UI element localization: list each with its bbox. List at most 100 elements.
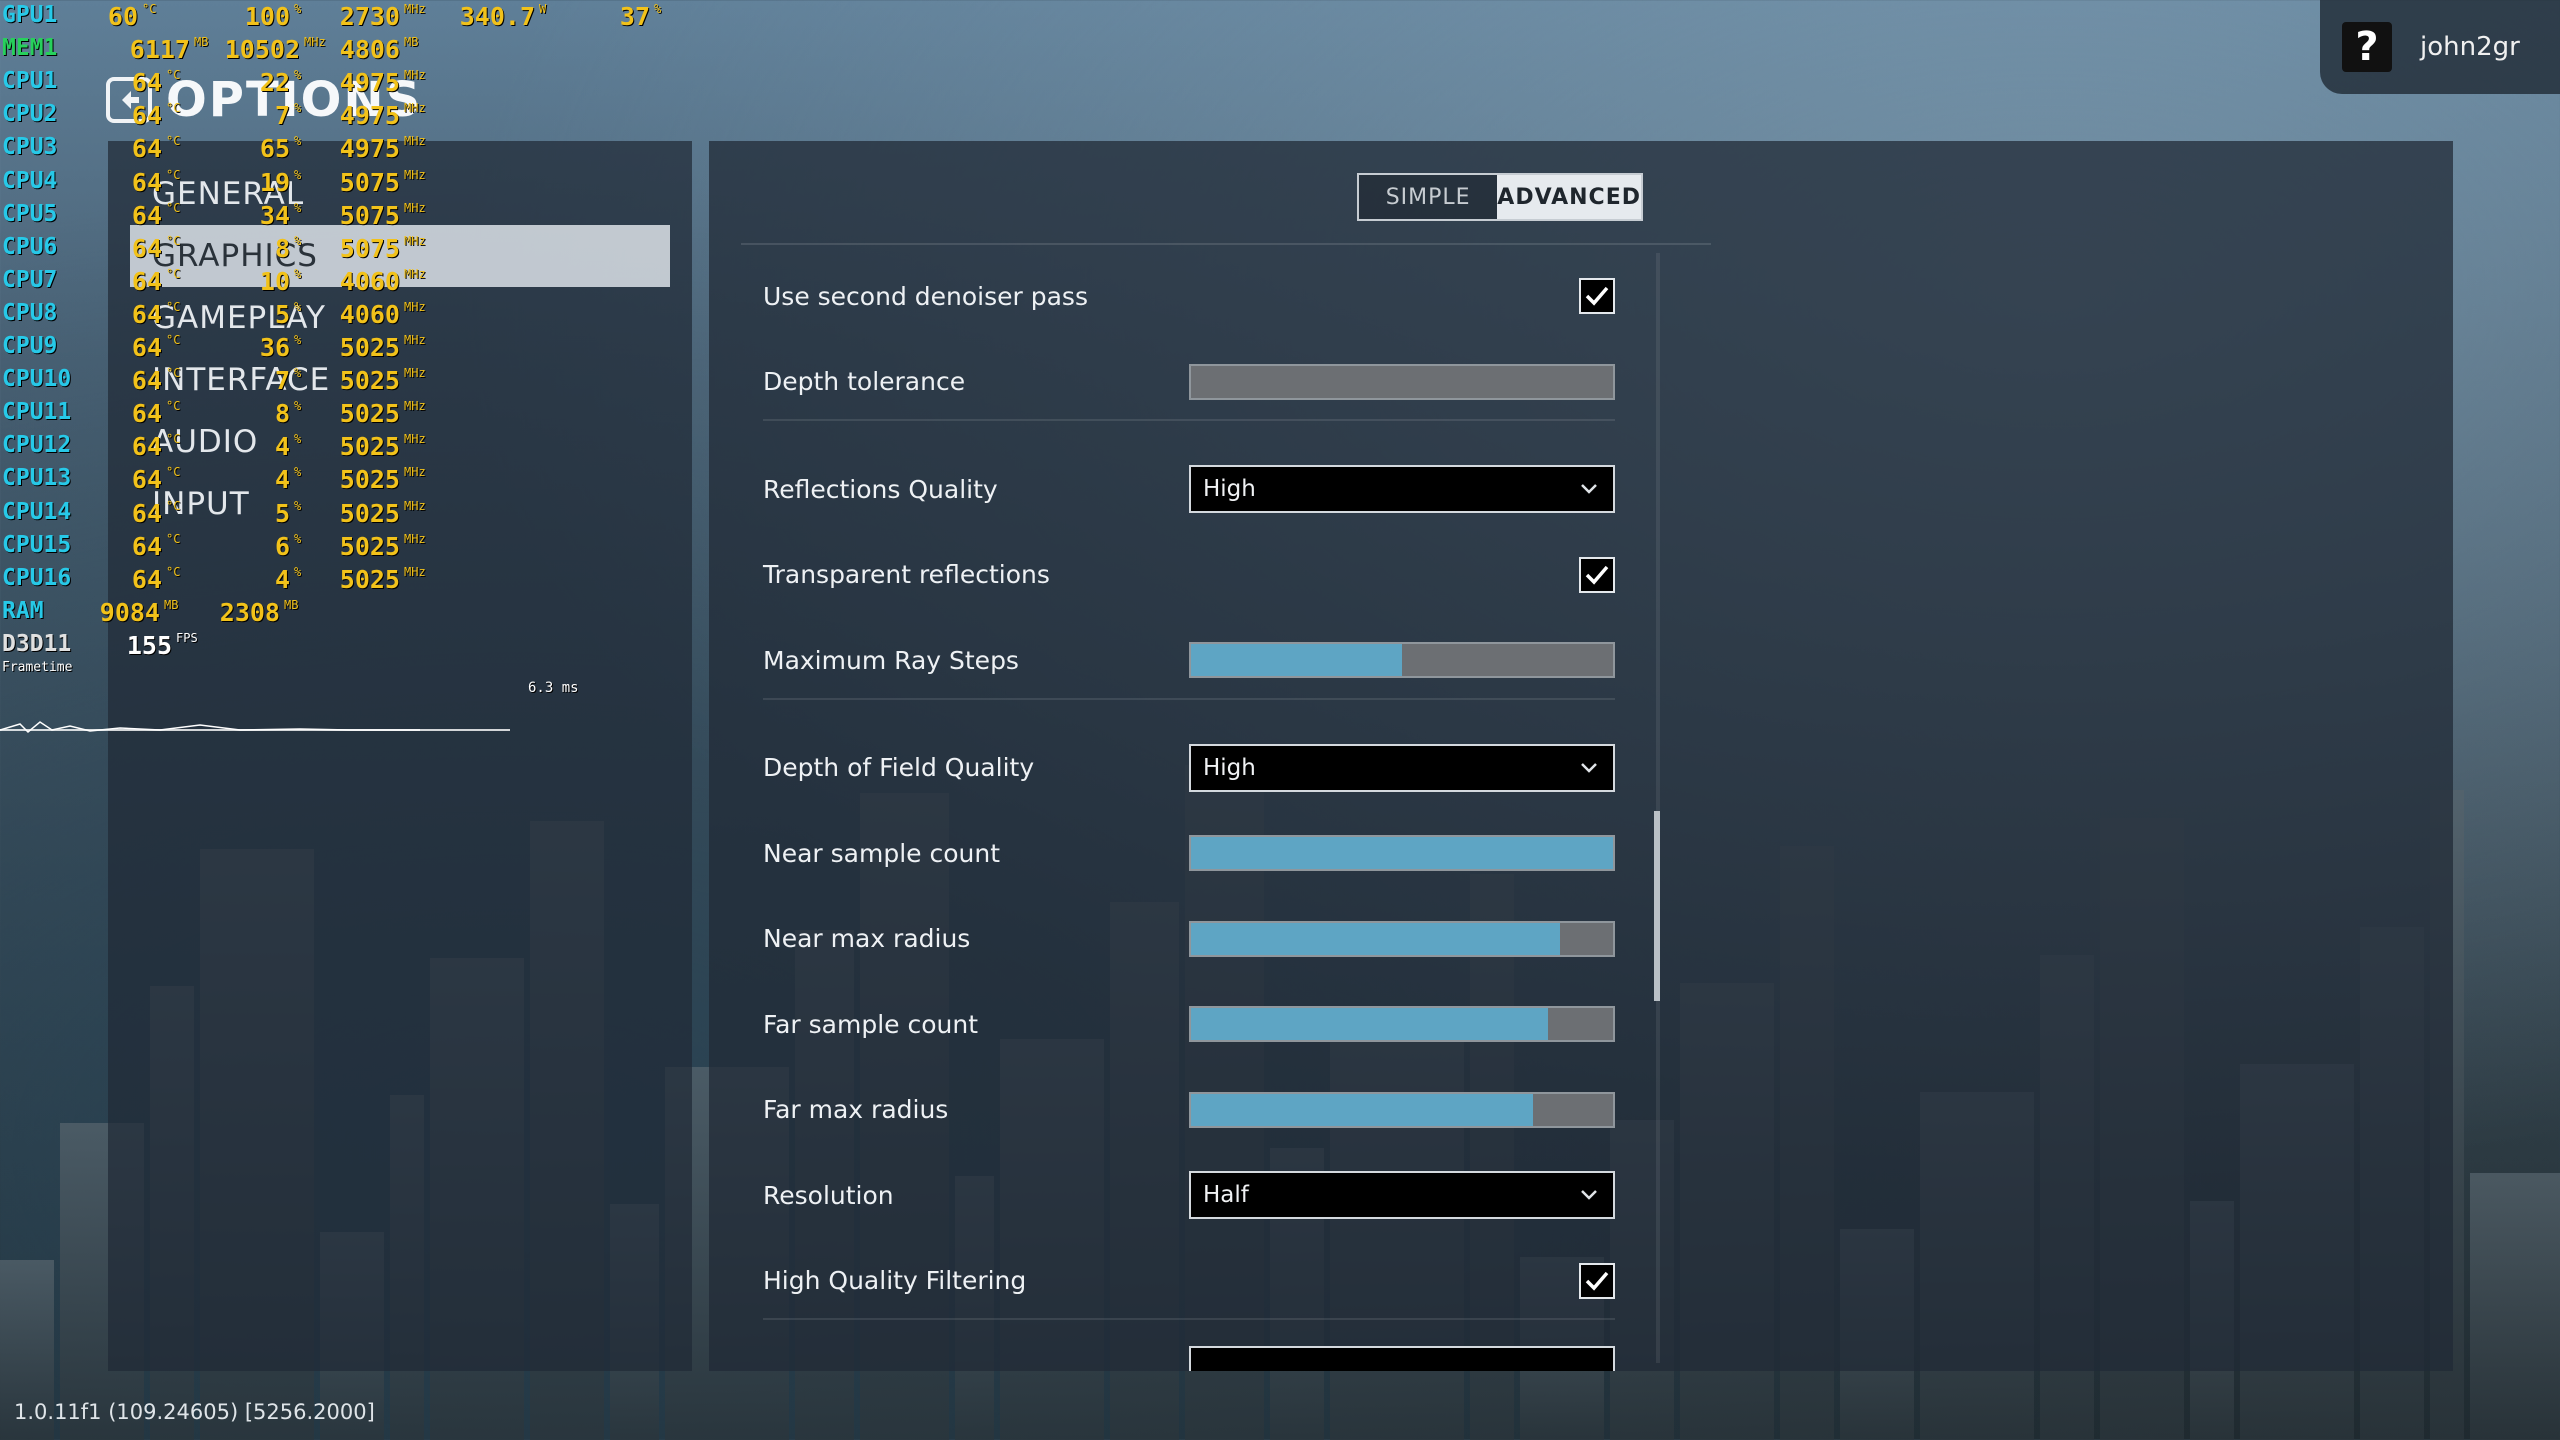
setting-label: Maximum Ray Steps (763, 645, 1019, 675)
depth-of-field-quality-dropdown[interactable]: High (1189, 743, 1615, 792)
dropdown-value: High (1203, 754, 1256, 781)
osd-label: CPU1 (2, 68, 58, 95)
version-label: 1.0.11f1 (109.24605) [5256.2000] (14, 1400, 375, 1424)
osd-unit: MHz (404, 2, 426, 16)
osd-label: CPU15 (2, 531, 72, 558)
transparent-reflections-checkbox[interactable] (1579, 556, 1615, 593)
background-building (2470, 1173, 2560, 1440)
settings-separator (763, 1318, 1615, 1320)
options-header: OPTIONS (106, 72, 422, 128)
nav-item-input[interactable]: INPUT (130, 473, 670, 535)
back-button[interactable] (106, 77, 152, 123)
osd-label: MEM1 (2, 35, 58, 62)
setting-label: Transparent reflections (763, 560, 1050, 589)
osd-unit: % (654, 2, 662, 16)
osd-label: CPU10 (2, 366, 72, 393)
nav-item-interface[interactable]: INTERFACE (130, 349, 670, 411)
setting-label: Use second denoiser pass (763, 281, 1088, 311)
osd-row-mem1: MEM1 6117 MB 10502 MHz 4806 MB (0, 35, 700, 68)
setting-label: High Quality Filtering (763, 1266, 1027, 1295)
osd-label: GPU1 (2, 2, 58, 28)
setting-row-depth-tolerance: Depth tolerance0.1 (763, 354, 1719, 410)
near-sample-count-slider[interactable] (1189, 835, 1615, 871)
setting-row-near-max-radius: Near max radius7 (763, 911, 1719, 967)
next-setting-dropdown[interactable] (1189, 1346, 1615, 1371)
osd-label: CPU3 (2, 134, 58, 161)
user-box: ? john2gr (2320, 0, 2560, 94)
back-arrow-icon (122, 91, 139, 109)
osd-label: CPU2 (2, 101, 58, 128)
high-quality-filtering-checkbox[interactable] (1579, 1262, 1615, 1299)
osd-unit: % (294, 2, 302, 16)
osd-value: 37 (619, 2, 650, 31)
dropdown-value: High (1203, 476, 1256, 502)
nav-item-gameplay[interactable]: GAMEPLAY (130, 287, 670, 349)
checkmark-icon (1585, 565, 1609, 585)
osd-label: CPU5 (2, 200, 58, 227)
osd-label: CPU11 (2, 399, 72, 426)
osd-label: RAM (2, 597, 44, 624)
osd-label: CPU16 (2, 564, 72, 591)
user-name[interactable]: john2gr (2420, 32, 2520, 62)
use-second-denoiser-pass-checkbox[interactable] (1579, 278, 1615, 314)
osd-value: 10502 (224, 35, 300, 65)
chevron-down-icon (1581, 1190, 1597, 1200)
setting-label: Far sample count (763, 1009, 979, 1039)
setting-label: Near sample count (763, 838, 1000, 868)
settings-separator (763, 697, 1615, 700)
osd-label: CPU7 (2, 266, 58, 293)
osd-unit: MB (404, 35, 419, 50)
osd-unit: MHz (304, 35, 326, 50)
setting-label: Far max radius (763, 1095, 949, 1124)
osd-unit: °C (142, 2, 157, 16)
options-nav: GENERAL GRAPHICS GAMEPLAY INTERFACE AUDIO INP… (108, 141, 692, 1371)
depth-tolerance-slider[interactable] (1189, 363, 1615, 400)
osd-label: CPU9 (2, 333, 58, 359)
osd-value: 2730 (339, 2, 400, 31)
setting-row-resolution: Resolution Half (763, 1167, 1719, 1223)
setting-label: Near max radius (763, 924, 971, 953)
resolution-dropdown[interactable]: Half (1189, 1171, 1615, 1219)
setting-row-use-second-denoiser-pass: Use second denoiser pass (763, 268, 1719, 324)
checkmark-icon (1585, 1271, 1609, 1291)
nav-item-graphics[interactable]: GRAPHICS (130, 225, 670, 287)
settings-separator (763, 419, 1615, 421)
far-sample-count-slider[interactable] (1189, 1006, 1615, 1042)
slider-fill (1191, 644, 1402, 676)
setting-row-depth-of-field-quality: Depth of Field Quality High (763, 740, 1719, 796)
reflections-quality-dropdown[interactable]: High (1189, 465, 1615, 513)
help-button[interactable]: ? (2342, 22, 2392, 72)
nav-item-general[interactable]: GENERAL (130, 163, 670, 225)
setting-label: Reflections Quality (763, 474, 998, 504)
osd-row-gpu1: GPU1 60 °C 100% 2730 MHz 340.7 W 37% (0, 2, 700, 35)
setting-row-far-max-radius: Far max radius13 (763, 1082, 1719, 1138)
osd-label: CPU13 (2, 465, 72, 492)
osd-value: 340.7 (459, 2, 535, 31)
setting-row-near-sample-count: Near sample count8 (763, 825, 1719, 881)
settings-panel: SIMPLE ADVANCED Use second denoiser pass… (709, 141, 2453, 1371)
osd-label: CPU12 (2, 432, 72, 459)
setting-label: Depth tolerance (763, 367, 966, 396)
osd-unit: MB (194, 35, 209, 50)
osd-value: 100 (244, 2, 290, 31)
setting-row-transparent-reflections: Transparent reflections (763, 547, 1719, 603)
far-max-radius-slider[interactable] (1189, 1091, 1615, 1128)
slider-fill (1191, 922, 1561, 955)
osd-value: 60 (107, 2, 138, 31)
dropdown-value: Half (1203, 1182, 1249, 1208)
frametime-label: Frametime (2, 660, 73, 675)
nav-item-audio[interactable]: AUDIO (130, 411, 670, 473)
maximum-ray-steps-slider[interactable] (1189, 642, 1615, 678)
setting-row-high-quality-filtering: High Quality Filtering (763, 1253, 1719, 1309)
chevron-down-icon (1581, 762, 1597, 773)
scrollbar-thumb[interactable] (1654, 811, 1660, 1001)
slider-fill (1191, 1008, 1548, 1040)
osd-label: CPU6 (2, 233, 58, 260)
setting-label: Depth of Field Quality (763, 753, 1035, 782)
slider-fill (1191, 837, 1613, 869)
osd-label: CPU4 (2, 167, 58, 194)
setting-row-far-sample-count: Far sample count14 (763, 996, 1719, 1052)
scrollbar-track[interactable] (1656, 253, 1660, 1363)
osd-label: D3D11 (2, 630, 72, 657)
near-max-radius-slider[interactable] (1189, 920, 1615, 957)
